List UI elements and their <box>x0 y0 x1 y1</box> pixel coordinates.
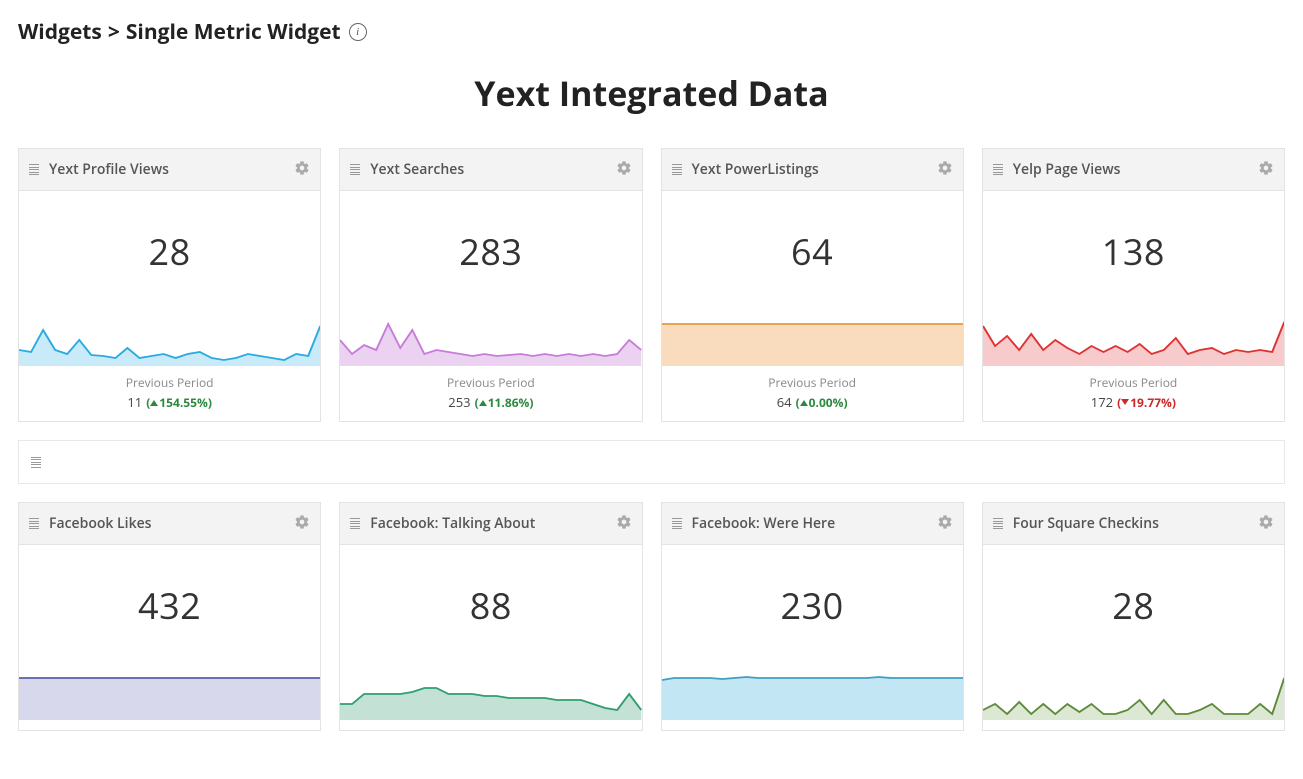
sparkline-chart <box>662 664 963 720</box>
previous-value: 253 <box>448 393 470 411</box>
sparkline-chart <box>983 310 1284 366</box>
widget-title: Four Square Checkins <box>1013 514 1248 533</box>
widget-title: Facebook Likes <box>49 514 284 533</box>
previous-period-label: Previous Period <box>1090 374 1178 391</box>
previous-value: 11 <box>127 393 142 411</box>
metric-value: 230 <box>780 581 843 630</box>
metric-widget: Yext Profile Views 28 Previous Period 11… <box>18 148 321 422</box>
metric-value: 28 <box>149 227 191 276</box>
breadcrumb-separator: > <box>108 18 120 46</box>
widget-header: Facebook Likes <box>19 503 320 545</box>
drag-handle-icon[interactable] <box>993 164 1003 175</box>
breadcrumb: Widgets > Single Metric Widget i <box>18 10 1285 70</box>
info-icon[interactable]: i <box>349 23 367 41</box>
widget-title: Yelp Page Views <box>1013 160 1248 179</box>
breadcrumb-current: Single Metric Widget <box>126 18 341 46</box>
gear-icon[interactable] <box>1258 513 1274 535</box>
page-title: Yext Integrated Data <box>18 70 1285 116</box>
drag-handle-icon[interactable] <box>29 518 39 529</box>
widget-grid-top: Yext Profile Views 28 Previous Period 11… <box>18 148 1285 422</box>
drag-handle-icon[interactable] <box>672 518 682 529</box>
drag-handle-icon[interactable] <box>993 518 1003 529</box>
empty-widget-row <box>18 440 1285 484</box>
widget-grid-bottom: Facebook Likes 432 Facebook: Talking Abo… <box>18 502 1285 731</box>
previous-period-label: Previous Period <box>126 374 214 391</box>
widget-header: Four Square Checkins <box>983 503 1284 545</box>
gear-icon[interactable] <box>616 513 632 535</box>
previous-value: 172 <box>1091 393 1113 411</box>
metric-value: 64 <box>791 227 833 276</box>
metric-widget: Facebook: Were Here 230 <box>661 502 964 731</box>
drag-handle-icon[interactable] <box>31 457 41 468</box>
widget-header: Yext PowerListings <box>662 149 963 191</box>
widget-header: Yelp Page Views <box>983 149 1284 191</box>
widget-body: 88 <box>340 545 641 730</box>
metric-widget: Yext Searches 283 Previous Period 253 (1… <box>339 148 642 422</box>
gear-icon[interactable] <box>294 159 310 181</box>
metric-widget: Yelp Page Views 138 Previous Period 172 … <box>982 148 1285 422</box>
widget-title: Yext Searches <box>370 160 605 179</box>
widget-title: Yext PowerListings <box>692 160 927 179</box>
drag-handle-icon[interactable] <box>350 518 360 529</box>
sparkline-chart <box>19 310 320 366</box>
drag-handle-icon[interactable] <box>672 164 682 175</box>
delta-indicator: (0.00%) <box>796 394 848 411</box>
widget-header: Facebook: Were Here <box>662 503 963 545</box>
widget-body: 64 Previous Period 64 (0.00%) <box>662 191 963 421</box>
delta-indicator: (19.77%) <box>1117 394 1176 411</box>
metric-value: 432 <box>138 581 201 630</box>
gear-icon[interactable] <box>294 513 310 535</box>
widget-header: Facebook: Talking About <box>340 503 641 545</box>
metric-widget: Yext PowerListings 64 Previous Period 64… <box>661 148 964 422</box>
widget-body: 138 Previous Period 172 (19.77%) <box>983 191 1284 421</box>
sparkline-chart <box>340 664 641 720</box>
previous-period-value-row: 253 (11.86%) <box>448 393 533 411</box>
gear-icon[interactable] <box>937 513 953 535</box>
previous-period-value-row: 11 (154.55%) <box>127 393 212 411</box>
gear-icon[interactable] <box>1258 159 1274 181</box>
metric-widget: Facebook Likes 432 <box>18 502 321 731</box>
widget-title: Facebook: Were Here <box>692 514 927 533</box>
widget-title: Facebook: Talking About <box>370 514 605 533</box>
previous-period-label: Previous Period <box>768 374 856 391</box>
previous-value: 64 <box>777 393 792 411</box>
widget-header: Yext Profile Views <box>19 149 320 191</box>
widget-body: 28 Previous Period 11 (154.55%) <box>19 191 320 421</box>
drag-handle-icon[interactable] <box>29 164 39 175</box>
metric-widget: Four Square Checkins 28 <box>982 502 1285 731</box>
metric-value: 283 <box>459 227 522 276</box>
widget-body: 230 <box>662 545 963 730</box>
metric-widget: Facebook: Talking About 88 <box>339 502 642 731</box>
sparkline-chart <box>340 310 641 366</box>
metric-value: 88 <box>470 581 512 630</box>
drag-handle-icon[interactable] <box>350 164 360 175</box>
widget-header: Yext Searches <box>340 149 641 191</box>
breadcrumb-root[interactable]: Widgets <box>18 18 102 46</box>
delta-indicator: (11.86%) <box>475 394 534 411</box>
widget-body: 28 <box>983 545 1284 730</box>
previous-period-value-row: 64 (0.00%) <box>777 393 848 411</box>
widget-body: 432 <box>19 545 320 730</box>
metric-value: 28 <box>1112 581 1154 630</box>
delta-indicator: (154.55%) <box>146 394 212 411</box>
metric-value: 138 <box>1102 227 1165 276</box>
widget-body: 283 Previous Period 253 (11.86%) <box>340 191 641 421</box>
gear-icon[interactable] <box>937 159 953 181</box>
previous-period-label: Previous Period <box>447 374 535 391</box>
sparkline-chart <box>662 310 963 366</box>
widget-title: Yext Profile Views <box>49 160 284 179</box>
sparkline-chart <box>983 664 1284 720</box>
gear-icon[interactable] <box>616 159 632 181</box>
previous-period-value-row: 172 (19.77%) <box>1091 393 1176 411</box>
sparkline-chart <box>19 664 320 720</box>
